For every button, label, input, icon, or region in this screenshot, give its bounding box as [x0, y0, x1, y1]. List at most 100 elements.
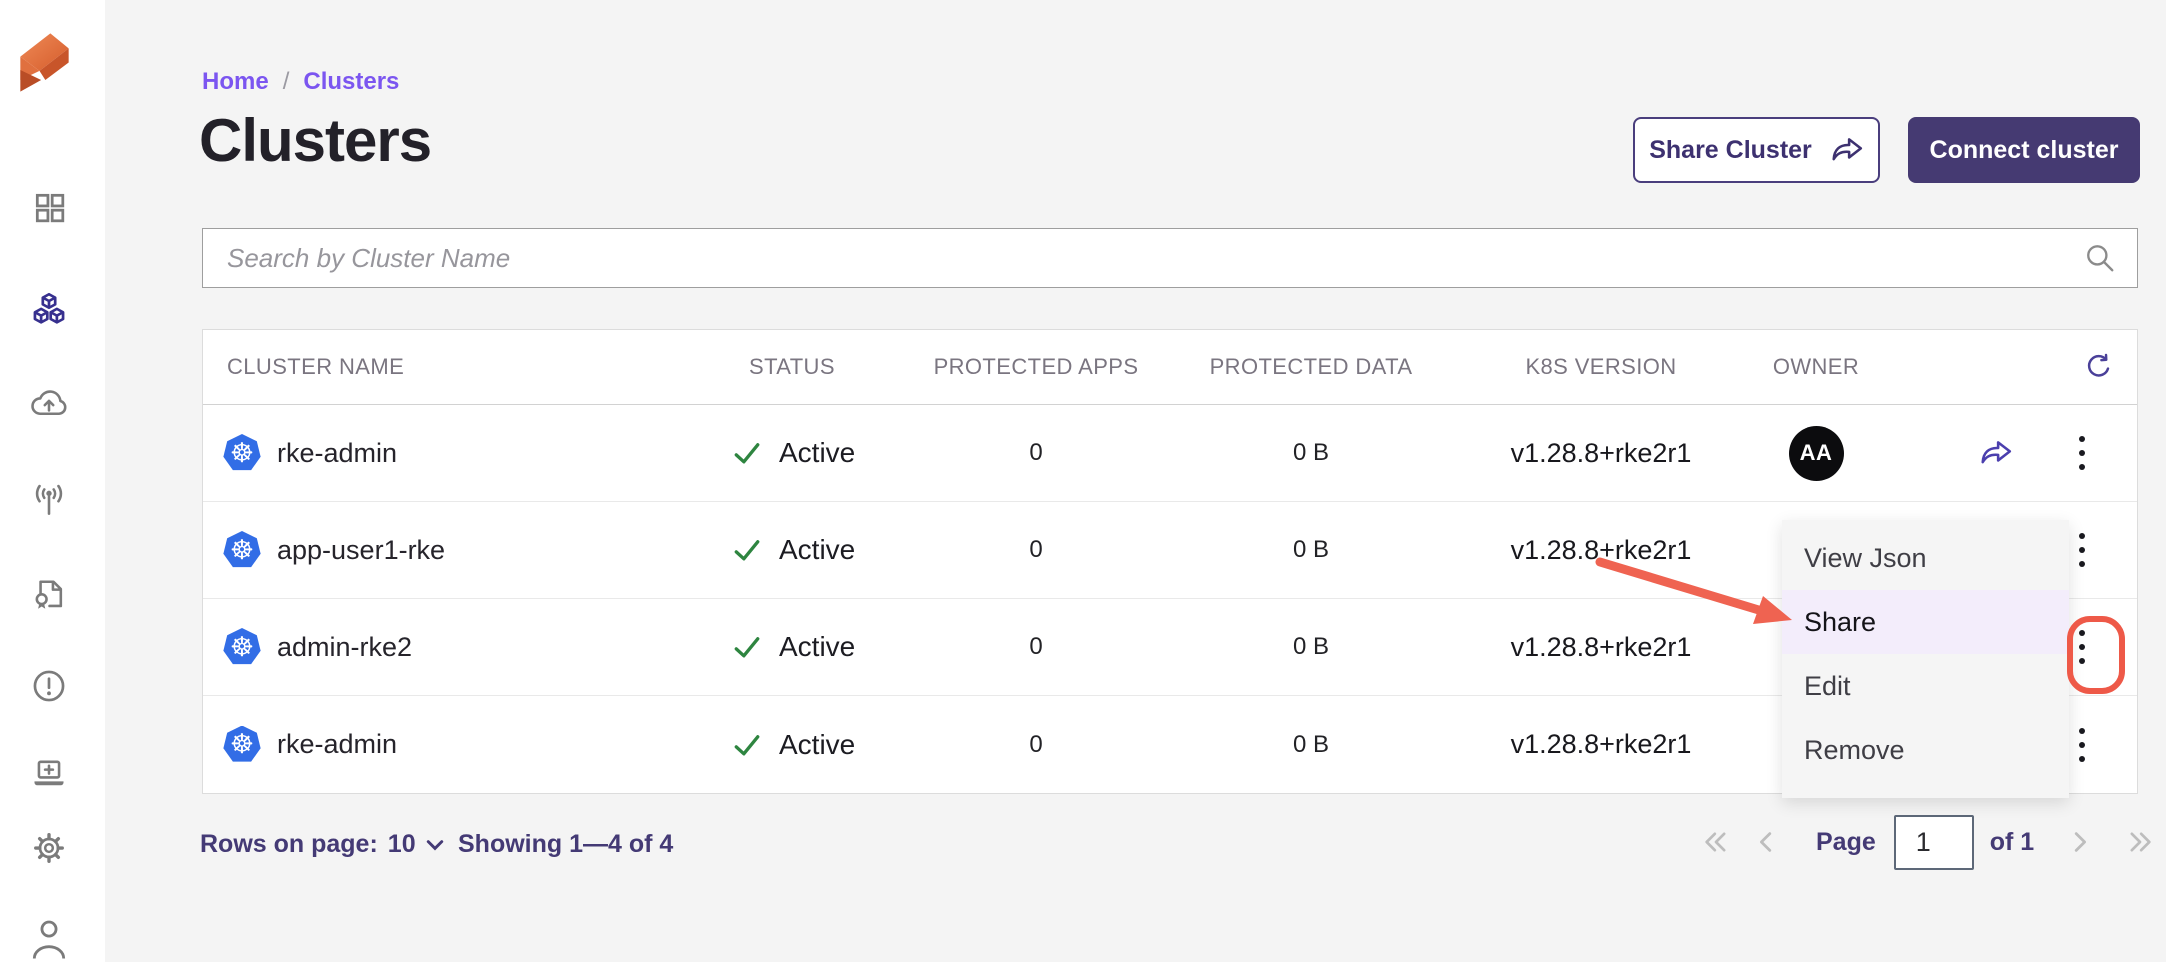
previous-page-button[interactable] — [1756, 830, 1774, 854]
cluster-name: rke-admin — [277, 438, 397, 469]
row-share-button[interactable] — [1979, 439, 2013, 467]
row-context-menu: View Json Share Edit Remove — [1782, 520, 2069, 798]
menu-item-remove[interactable]: Remove — [1782, 718, 2069, 782]
refresh-button[interactable] — [2083, 352, 2113, 382]
alerts-icon — [31, 668, 67, 704]
rows-per-page-value: 10 — [388, 830, 416, 859]
breadcrumb-home-link[interactable]: Home — [202, 68, 269, 96]
row-kebab-menu-button[interactable] — [2073, 722, 2091, 768]
owner-avatar: AA — [1789, 426, 1844, 481]
search-icon — [2084, 242, 2116, 274]
status-label: Active — [779, 534, 855, 566]
double-chevron-right-icon — [2126, 830, 2154, 854]
clusters-page: Home / Clusters Clusters Share Cluster C… — [0, 0, 2166, 962]
search-input[interactable] — [202, 228, 2138, 288]
last-page-button[interactable] — [2126, 830, 2154, 854]
status-label: Active — [779, 729, 855, 761]
k8s-version-value: v1.28.8+rke2r1 — [1461, 535, 1741, 566]
system-laptop-icon — [30, 755, 68, 791]
protected-apps-value: 0 — [911, 439, 1161, 467]
protected-apps-value: 0 — [911, 633, 1161, 661]
row-kebab-menu-button[interactable] — [2073, 527, 2091, 573]
next-page-button[interactable] — [2072, 830, 2090, 854]
connect-cluster-button-label: Connect cluster — [1930, 136, 2119, 165]
cluster-name: app-user1-rke — [277, 535, 445, 566]
chevron-right-icon — [2072, 830, 2090, 854]
protected-data-value: 0 B — [1161, 536, 1461, 564]
page-title: Clusters — [199, 106, 431, 175]
sidebar-item-licenses[interactable] — [29, 573, 69, 613]
table-row[interactable]: ☸ rke-admin Active 0 0 B v1.28.8+rke2r1 … — [203, 405, 2137, 502]
sidebar-item-clusters[interactable] — [29, 290, 69, 330]
k8s-version-value: v1.28.8+rke2r1 — [1461, 729, 1741, 760]
rows-per-page-label: Rows on page: — [200, 830, 378, 859]
breadcrumb-clusters-link[interactable]: Clusters — [303, 68, 399, 96]
column-header-k8s-version: K8S VERSION — [1461, 354, 1741, 380]
menu-item-view-json[interactable]: View Json — [1782, 526, 2069, 590]
clusters-cubes-icon — [31, 292, 67, 328]
column-header-cluster-name: CLUSTER NAME — [203, 354, 701, 380]
protected-data-value: 0 B — [1161, 731, 1461, 759]
sidebar-item-alerts[interactable] — [29, 666, 69, 706]
column-header-protected-apps: PROTECTED APPS — [911, 354, 1161, 380]
breadcrumb: Home / Clusters — [202, 68, 399, 96]
dashboard-grid-icon — [32, 190, 66, 224]
column-header-protected-data: PROTECTED DATA — [1161, 354, 1461, 380]
sidebar-item-dashboard[interactable] — [29, 187, 69, 227]
chevron-left-icon — [1756, 830, 1774, 854]
k8s-version-value: v1.28.8+rke2r1 — [1461, 632, 1741, 663]
k8s-version-value: v1.28.8+rke2r1 — [1461, 438, 1741, 469]
search-bar — [202, 228, 2138, 288]
table-header-row: CLUSTER NAME STATUS PROTECTED APPS PROTE… — [203, 330, 2137, 405]
kubernetes-icon: ☸ — [223, 434, 261, 472]
double-chevron-left-icon — [1702, 830, 1730, 854]
page-number-input[interactable] — [1894, 815, 1974, 870]
sidebar — [0, 0, 105, 962]
rows-per-page-select[interactable]: Rows on page: 10 — [200, 830, 444, 859]
sidebar-item-profile[interactable] — [29, 918, 69, 962]
settings-gear-icon — [31, 830, 67, 866]
column-header-status: STATUS — [701, 354, 911, 380]
share-cluster-button[interactable]: Share Cluster — [1633, 117, 1880, 183]
pagination: Page of 1 — [1702, 812, 2154, 872]
active-check-icon — [733, 635, 761, 659]
share-cluster-button-label: Share Cluster — [1649, 136, 1812, 165]
kubernetes-icon: ☸ — [223, 628, 261, 666]
row-kebab-menu-button[interactable] — [2073, 430, 2091, 476]
chevron-down-icon — [426, 839, 444, 851]
brand-ribbon-icon — [12, 24, 72, 96]
first-page-button[interactable] — [1702, 830, 1730, 854]
status-label: Active — [779, 631, 855, 663]
page-label: Page — [1816, 828, 1876, 857]
active-check-icon — [733, 441, 761, 465]
sidebar-item-settings[interactable] — [29, 828, 69, 868]
kubernetes-icon: ☸ — [223, 726, 261, 764]
share-forward-icon — [1979, 439, 2013, 467]
app-logo[interactable] — [12, 24, 72, 96]
kubernetes-icon: ☸ — [223, 531, 261, 569]
menu-item-share[interactable]: Share — [1782, 590, 2069, 654]
share-forward-icon — [1830, 136, 1864, 164]
license-document-icon — [31, 575, 67, 611]
breadcrumb-separator: / — [283, 68, 290, 96]
protected-data-value: 0 B — [1161, 439, 1461, 467]
column-header-owner: OWNER — [1741, 354, 1891, 380]
menu-item-edit[interactable]: Edit — [1782, 654, 2069, 718]
broadcast-icon — [31, 481, 67, 517]
cluster-name: admin-rke2 — [277, 632, 412, 663]
cloud-upload-icon — [30, 385, 68, 419]
cluster-name: rke-admin — [277, 729, 397, 760]
status-label: Active — [779, 437, 855, 469]
connect-cluster-button[interactable]: Connect cluster — [1908, 117, 2140, 183]
sidebar-item-backup-targets[interactable] — [29, 382, 69, 422]
sidebar-item-telemetry[interactable] — [29, 479, 69, 519]
row-kebab-menu-button[interactable] — [2073, 624, 2091, 670]
protected-apps-value: 0 — [911, 536, 1161, 564]
protected-data-value: 0 B — [1161, 633, 1461, 661]
active-check-icon — [733, 733, 761, 757]
refresh-icon — [2083, 352, 2113, 382]
sidebar-item-system[interactable] — [29, 753, 69, 793]
page-count-label: of 1 — [1990, 828, 2034, 857]
active-check-icon — [733, 538, 761, 562]
protected-apps-value: 0 — [911, 731, 1161, 759]
